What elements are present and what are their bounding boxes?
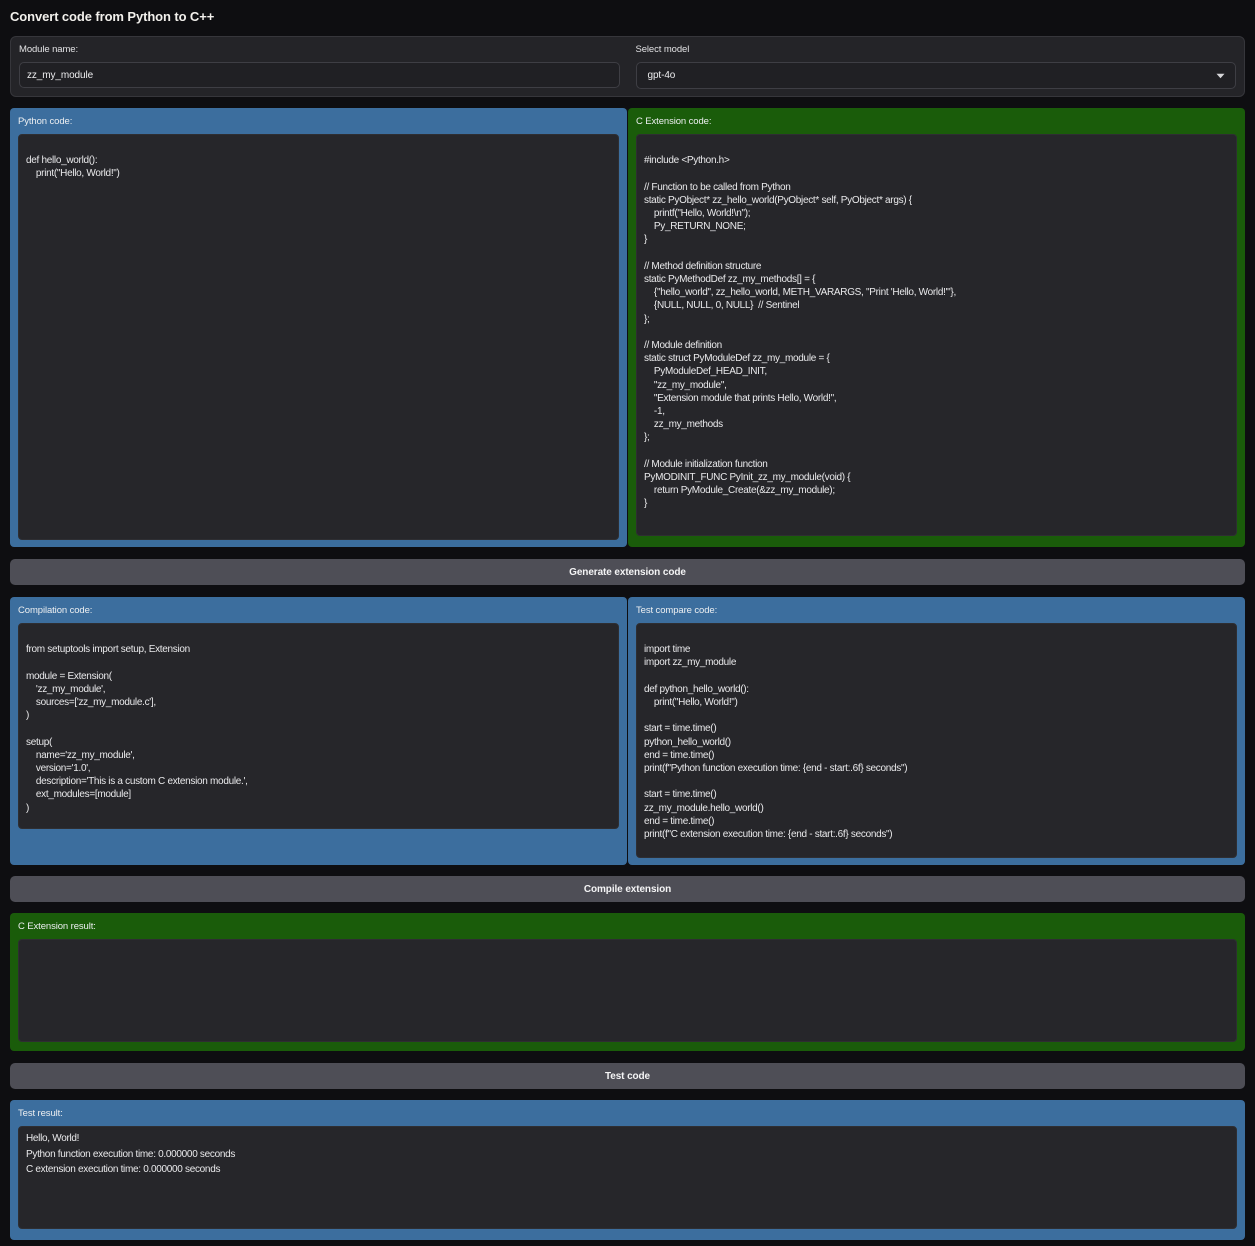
select-model-label: Select model: [636, 43, 1237, 56]
page-title: Convert code from Python to C++: [10, 8, 1245, 26]
chevron-down-icon: [1216, 73, 1225, 79]
generate-extension-code-button[interactable]: Generate extension code: [10, 559, 1245, 585]
code-panels-row: Python code: def hello_world(): print("H…: [10, 108, 1245, 547]
python-code-label: Python code:: [18, 115, 619, 128]
model-dropdown-value: gpt-4o: [648, 70, 676, 81]
test-result-box[interactable]: Hello, World! Python function execution …: [18, 1126, 1237, 1229]
module-name-field: Module name:: [19, 43, 620, 90]
compilation-code-editor[interactable]: from setuptools import setup, Extension …: [18, 623, 619, 829]
module-name-label: Module name:: [19, 43, 620, 56]
c-extension-code-editor[interactable]: #include <Python.h> // Function to be ca…: [636, 134, 1237, 536]
module-name-input[interactable]: [19, 62, 620, 88]
test-result-panel: Test result: Hello, World! Python functi…: [10, 1100, 1245, 1240]
compile-panels-row: Compilation code: from setuptools import…: [10, 597, 1245, 865]
python-code-panel: Python code: def hello_world(): print("H…: [10, 108, 627, 547]
test-code-button[interactable]: Test code: [10, 1063, 1245, 1089]
c-extension-result-label: C Extension result:: [18, 920, 1237, 933]
compilation-code-panel: Compilation code: from setuptools import…: [10, 597, 627, 865]
c-extension-code-panel: C Extension code: #include <Python.h> //…: [628, 108, 1245, 547]
test-result-label: Test result:: [18, 1107, 1237, 1120]
python-code-editor[interactable]: def hello_world(): print("Hello, World!"…: [18, 134, 619, 540]
compilation-code-label: Compilation code:: [18, 604, 619, 617]
c-extension-result-box[interactable]: [18, 939, 1237, 1042]
c-extension-result-panel: C Extension result:: [10, 913, 1245, 1051]
select-model-field: Select model gpt-4o: [636, 43, 1237, 90]
test-compare-code-panel: Test compare code: import time import zz…: [628, 597, 1245, 865]
model-dropdown[interactable]: gpt-4o: [636, 62, 1237, 89]
test-compare-code-editor[interactable]: import time import zz_my_module def pyth…: [636, 623, 1237, 858]
settings-group: Module name: Select model gpt-4o: [10, 36, 1245, 97]
c-extension-code-label: C Extension code:: [636, 115, 1237, 128]
test-compare-code-label: Test compare code:: [636, 604, 1237, 617]
compile-extension-button[interactable]: Compile extension: [10, 876, 1245, 902]
